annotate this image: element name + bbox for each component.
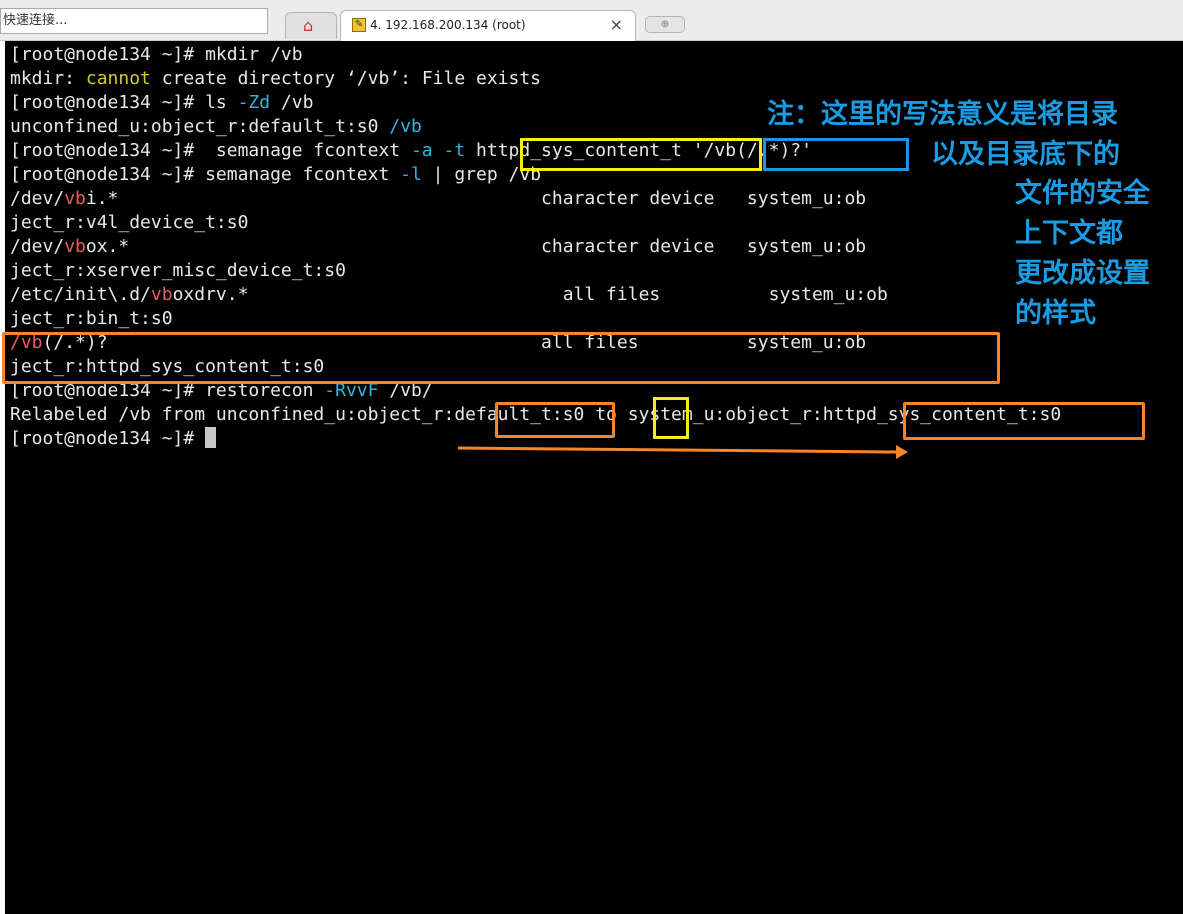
highlight-vb-rule-box <box>2 332 1000 384</box>
highlight-path-box <box>763 138 909 171</box>
terminal-line: /dev/vbi.* character device system_u:ob <box>10 187 1061 211</box>
terminal-text: /vb <box>389 116 422 137</box>
terminal-line: /etc/init\.d/vboxdrv.* all files system_… <box>10 283 1061 307</box>
terminal-text: /dev/ <box>10 188 65 209</box>
terminal-text: -a <box>410 140 433 161</box>
terminal-text: vb <box>64 188 86 209</box>
tab-session-label: 4. 192.168.200.134 (root) <box>370 18 526 32</box>
close-tab-icon[interactable]: × <box>610 15 623 34</box>
quick-connect-input[interactable]: 快速连接... <box>0 8 268 34</box>
terminal-text: i.* character device system_u:ob <box>85 188 867 209</box>
annotation-line-2: 以及目录底下的 <box>931 139 1120 170</box>
terminal-line: /dev/vbox.* character device system_u:ob <box>10 235 1061 259</box>
tab-session[interactable]: ✎ 4. 192.168.200.134 (root) × <box>340 10 636 41</box>
annotation-line-4: 上下文都 <box>1015 218 1123 249</box>
new-tab-button[interactable]: ⊕ <box>645 16 685 33</box>
terminal-text: [root@node134 ~]# ls <box>10 92 238 113</box>
terminal-text: vb <box>150 284 173 305</box>
terminal-line: ject_r:v4l_device_t:s0 <box>10 211 1061 235</box>
terminal-text: ject_r:bin_t:s0 <box>10 308 173 329</box>
tab-bar: 快速连接... ⌂ ✎ 4. 192.168.200.134 (root) × … <box>0 0 1183 41</box>
terminal-text: -Zd <box>237 92 271 113</box>
annotation-line-3: 文件的安全 <box>1015 178 1150 209</box>
annotation-line-5: 更改成设置 <box>1015 258 1150 289</box>
home-icon: ⌂ <box>303 16 314 35</box>
terminal-text: oxdrv.* all files system_u:ob <box>172 284 888 305</box>
terminal-text: [root@node134 ~]# mkdir /vb <box>10 44 303 65</box>
terminal-text: cannot <box>85 68 151 89</box>
highlight-new-type-box <box>903 402 1145 440</box>
terminal-text: ox.* character device system_u:ob <box>85 236 867 257</box>
terminal-line: [root@node134 ~]# mkdir /vb <box>10 43 1061 67</box>
arrow-annotation <box>458 445 908 459</box>
terminal-line: ject_r:xserver_misc_device_t:s0 <box>10 259 1061 283</box>
terminal-cursor <box>205 427 217 448</box>
terminal-text: ject_r:v4l_device_t:s0 <box>10 212 249 233</box>
terminal-text: unconfined_u:object_r:default_t:s0 <box>10 116 390 137</box>
terminal-text: mkdir: <box>10 68 86 89</box>
terminal-line: mkdir: cannot create directory ‘/vb’: Fi… <box>10 67 1061 91</box>
terminal-text: create directory ‘/vb’: File exists <box>150 68 542 89</box>
terminal-text: -t <box>443 140 466 161</box>
terminal-text: /dev/ <box>10 236 65 257</box>
highlight-to-box <box>653 397 689 439</box>
highlight-default-t-box <box>495 402 615 438</box>
highlight-type-box <box>520 138 762 171</box>
terminal-text: ject_r:xserver_misc_device_t:s0 <box>10 260 346 281</box>
terminal-text: -l <box>400 164 422 185</box>
terminal-line: ject_r:bin_t:s0 <box>10 307 1061 331</box>
terminal-text: [root@node134 ~]# semanage fcontext <box>10 164 401 185</box>
annotation-line-6: 的样式 <box>1015 298 1096 329</box>
terminal-session-icon: ✎ <box>352 18 366 32</box>
terminal-text: [root@node134 ~]# <box>10 428 206 449</box>
terminal-text: [root@node134 ~]# semanage fcontext <box>10 140 411 161</box>
terminal-text: /vb <box>270 92 314 113</box>
terminal-text: /etc/init\.d/ <box>10 284 151 305</box>
terminal-text: vb <box>64 236 86 257</box>
annotation-line-1: 注：这里的写法意义是将目录 <box>767 99 1118 130</box>
tab-home[interactable]: ⌂ <box>285 12 337 39</box>
